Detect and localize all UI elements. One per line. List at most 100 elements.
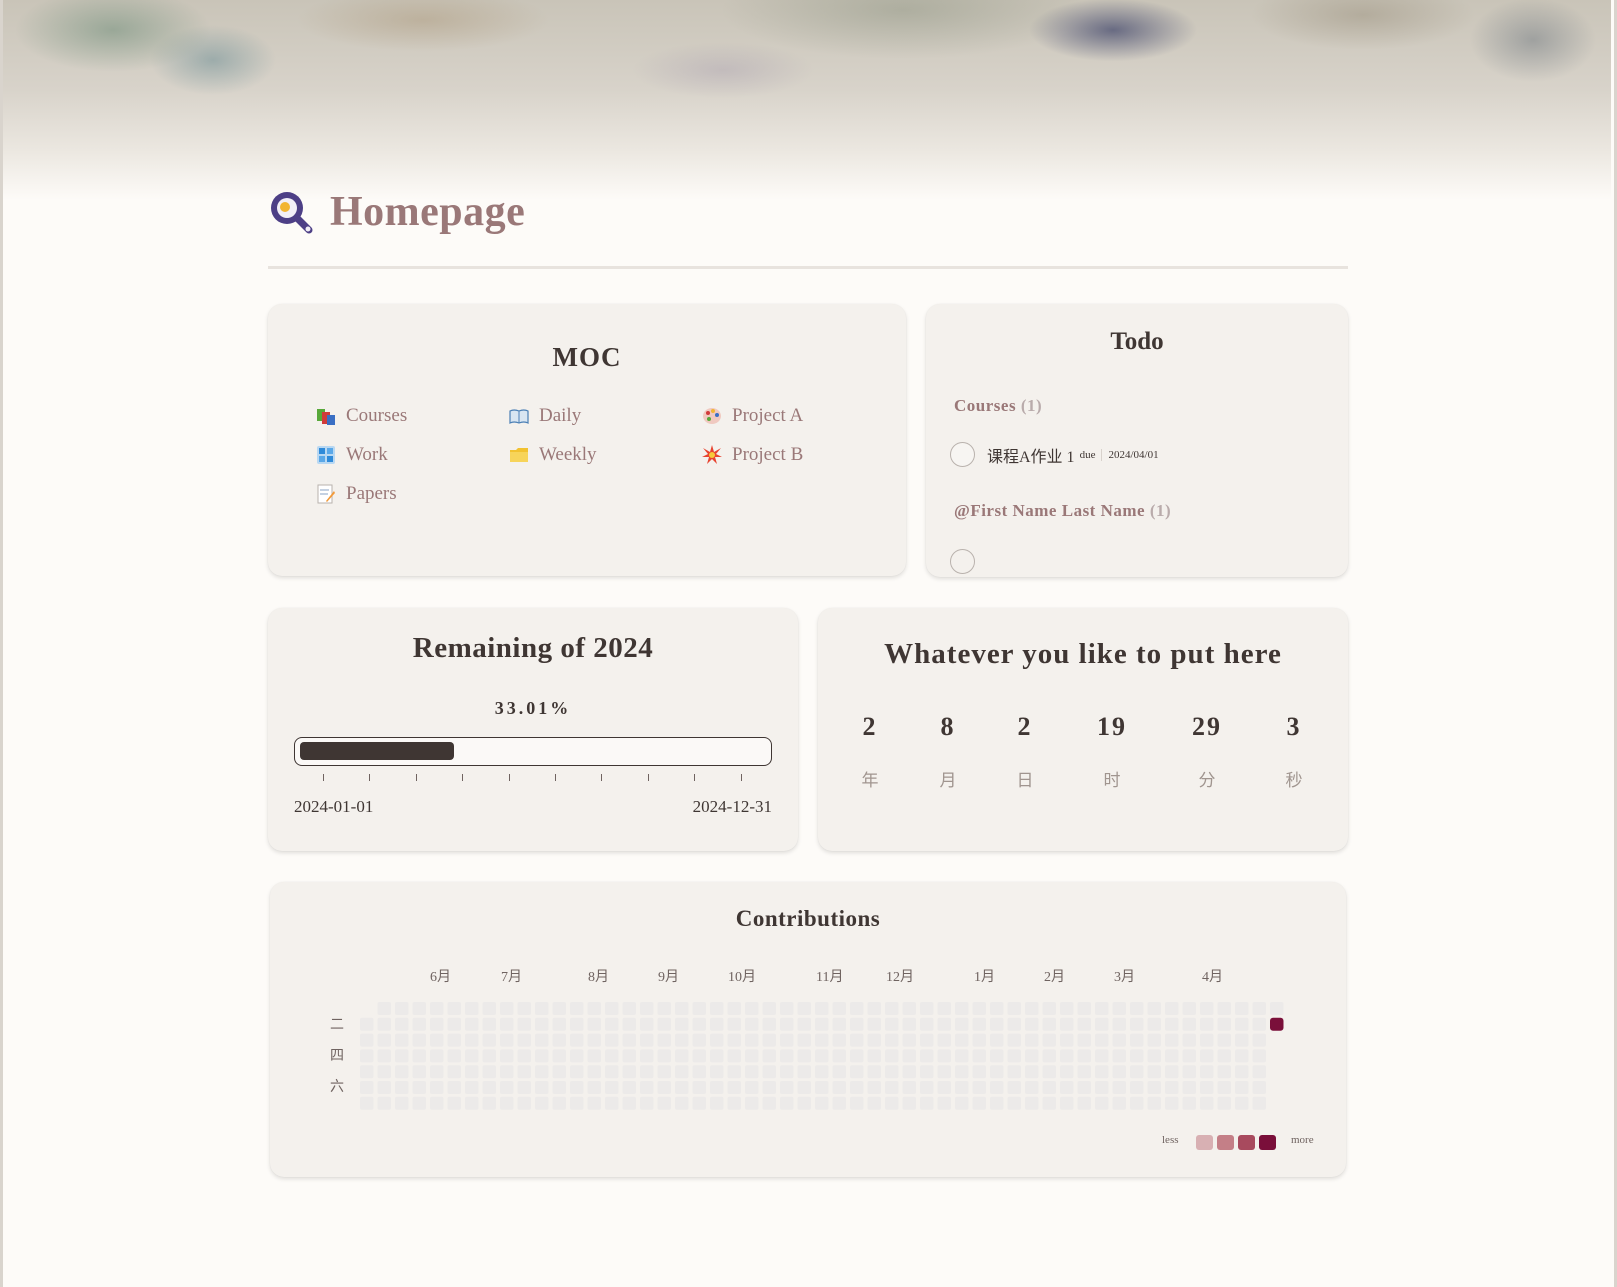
contribution-cell[interactable] (482, 1081, 497, 1094)
contribution-cell[interactable] (710, 1096, 724, 1110)
contribution-cell[interactable] (517, 1002, 532, 1015)
contribution-cell[interactable] (1147, 1081, 1162, 1094)
contribution-cell[interactable] (675, 1017, 689, 1031)
contribution-cell[interactable] (902, 1081, 917, 1094)
contribution-cell[interactable] (1025, 1017, 1039, 1031)
contribution-cell[interactable] (1095, 1049, 1109, 1063)
contribution-cell[interactable] (937, 1049, 952, 1063)
contribution-cell[interactable] (552, 1049, 567, 1063)
contribution-cell[interactable] (867, 1002, 882, 1015)
contribution-cell[interactable] (500, 1033, 514, 1047)
contribution-cell[interactable] (605, 1065, 619, 1079)
contribution-cell[interactable] (465, 1065, 479, 1079)
contribution-cell[interactable] (780, 1065, 794, 1079)
moc-link-papers[interactable]: Papers (316, 482, 509, 505)
contribution-cell[interactable] (570, 1002, 584, 1015)
contribution-cell[interactable] (395, 1081, 409, 1094)
contribution-cell[interactable] (1042, 1096, 1057, 1110)
contribution-cell[interactable] (780, 1081, 794, 1094)
contribution-cell[interactable] (412, 1002, 427, 1015)
contribution-cell-active[interactable] (1270, 1017, 1284, 1031)
contribution-cell[interactable] (1182, 1096, 1197, 1110)
contribution-cell[interactable] (955, 1033, 969, 1047)
contribution-cell[interactable] (885, 1096, 899, 1110)
contribution-cell[interactable] (535, 1017, 549, 1031)
contribution-cell[interactable] (360, 1081, 374, 1094)
contribution-cell[interactable] (710, 1033, 724, 1047)
contribution-cell[interactable] (1007, 1081, 1022, 1094)
contribution-cell[interactable] (1112, 1017, 1127, 1031)
contribution-cell[interactable] (465, 1081, 479, 1094)
contribution-cell[interactable] (640, 1081, 654, 1094)
contribution-cell[interactable] (1077, 1096, 1092, 1110)
contribution-cell[interactable] (920, 1081, 934, 1094)
contribution-cell[interactable] (1060, 1096, 1074, 1110)
contribution-cell[interactable] (657, 1049, 672, 1063)
contribution-cell[interactable] (517, 1033, 532, 1047)
contribution-cell[interactable] (1095, 1033, 1109, 1047)
contribution-cell[interactable] (482, 1002, 497, 1015)
contribution-cell[interactable] (1077, 1081, 1092, 1094)
contribution-cell[interactable] (692, 1096, 707, 1110)
contribution-cell[interactable] (850, 1017, 864, 1031)
contribution-cell[interactable] (745, 1049, 759, 1063)
contribution-cell[interactable] (1007, 1002, 1022, 1015)
contribution-cell[interactable] (692, 1017, 707, 1031)
contribution-cell[interactable] (1217, 1065, 1232, 1079)
contribution-cell[interactable] (762, 1049, 777, 1063)
moc-link-project-a[interactable]: Project A (702, 404, 895, 427)
contribution-cell[interactable] (920, 1017, 934, 1031)
todo-checkbox[interactable] (950, 549, 975, 574)
contribution-cell[interactable] (1112, 1033, 1127, 1047)
contribution-cell[interactable] (937, 1081, 952, 1094)
todo-group-person[interactable]: @First Name Last Name (1) (954, 501, 1171, 521)
contribution-cell[interactable] (920, 1065, 934, 1079)
contribution-cell[interactable] (1077, 1033, 1092, 1047)
contribution-cell[interactable] (360, 1033, 374, 1047)
contribution-cell[interactable] (465, 1033, 479, 1047)
contribution-cell[interactable] (832, 1049, 847, 1063)
contribution-cell[interactable] (1042, 1049, 1057, 1063)
contribution-cell[interactable] (727, 1002, 742, 1015)
contribution-cell[interactable] (990, 1081, 1004, 1094)
contribution-cell[interactable] (850, 1049, 864, 1063)
contribution-cell[interactable] (762, 1017, 777, 1031)
contribution-cell[interactable] (920, 1033, 934, 1047)
contribution-cell[interactable] (937, 1033, 952, 1047)
contribution-cell[interactable] (482, 1017, 497, 1031)
contribution-cell[interactable] (622, 1096, 637, 1110)
contribution-cell[interactable] (500, 1096, 514, 1110)
contribution-cell[interactable] (815, 1065, 829, 1079)
contribution-cell[interactable] (1147, 1049, 1162, 1063)
contribution-cell[interactable] (1042, 1081, 1057, 1094)
contribution-cell[interactable] (885, 1049, 899, 1063)
moc-link-work[interactable]: Work (316, 443, 509, 466)
contribution-cell[interactable] (412, 1096, 427, 1110)
contribution-cell[interactable] (1042, 1065, 1057, 1079)
contribution-cell[interactable] (780, 1017, 794, 1031)
contribution-cell[interactable] (885, 1065, 899, 1079)
contribution-cell[interactable] (447, 1096, 462, 1110)
moc-link-weekly[interactable]: Weekly (509, 443, 702, 466)
contribution-cell[interactable] (430, 1017, 444, 1031)
contribution-cell[interactable] (797, 1033, 812, 1047)
contribution-cell[interactable] (482, 1049, 497, 1063)
contribution-cell[interactable] (517, 1017, 532, 1031)
contribution-cell[interactable] (1200, 1002, 1214, 1015)
contribution-cell[interactable] (850, 1081, 864, 1094)
contribution-cell[interactable] (430, 1065, 444, 1079)
contribution-cell[interactable] (990, 1033, 1004, 1047)
contribution-cell[interactable] (657, 1065, 672, 1079)
contribution-cell[interactable] (1007, 1049, 1022, 1063)
contribution-cell[interactable] (622, 1017, 637, 1031)
contribution-cell[interactable] (535, 1096, 549, 1110)
contribution-cell[interactable] (395, 1002, 409, 1015)
contribution-cell[interactable] (1112, 1096, 1127, 1110)
contribution-cell[interactable] (990, 1096, 1004, 1110)
contribution-cell[interactable] (972, 1096, 987, 1110)
contribution-cell[interactable] (605, 1002, 619, 1015)
contribution-cell[interactable] (1060, 1065, 1074, 1079)
contribution-cell[interactable] (1147, 1017, 1162, 1031)
contribution-cell[interactable] (377, 1049, 392, 1063)
contribution-cell[interactable] (657, 1017, 672, 1031)
